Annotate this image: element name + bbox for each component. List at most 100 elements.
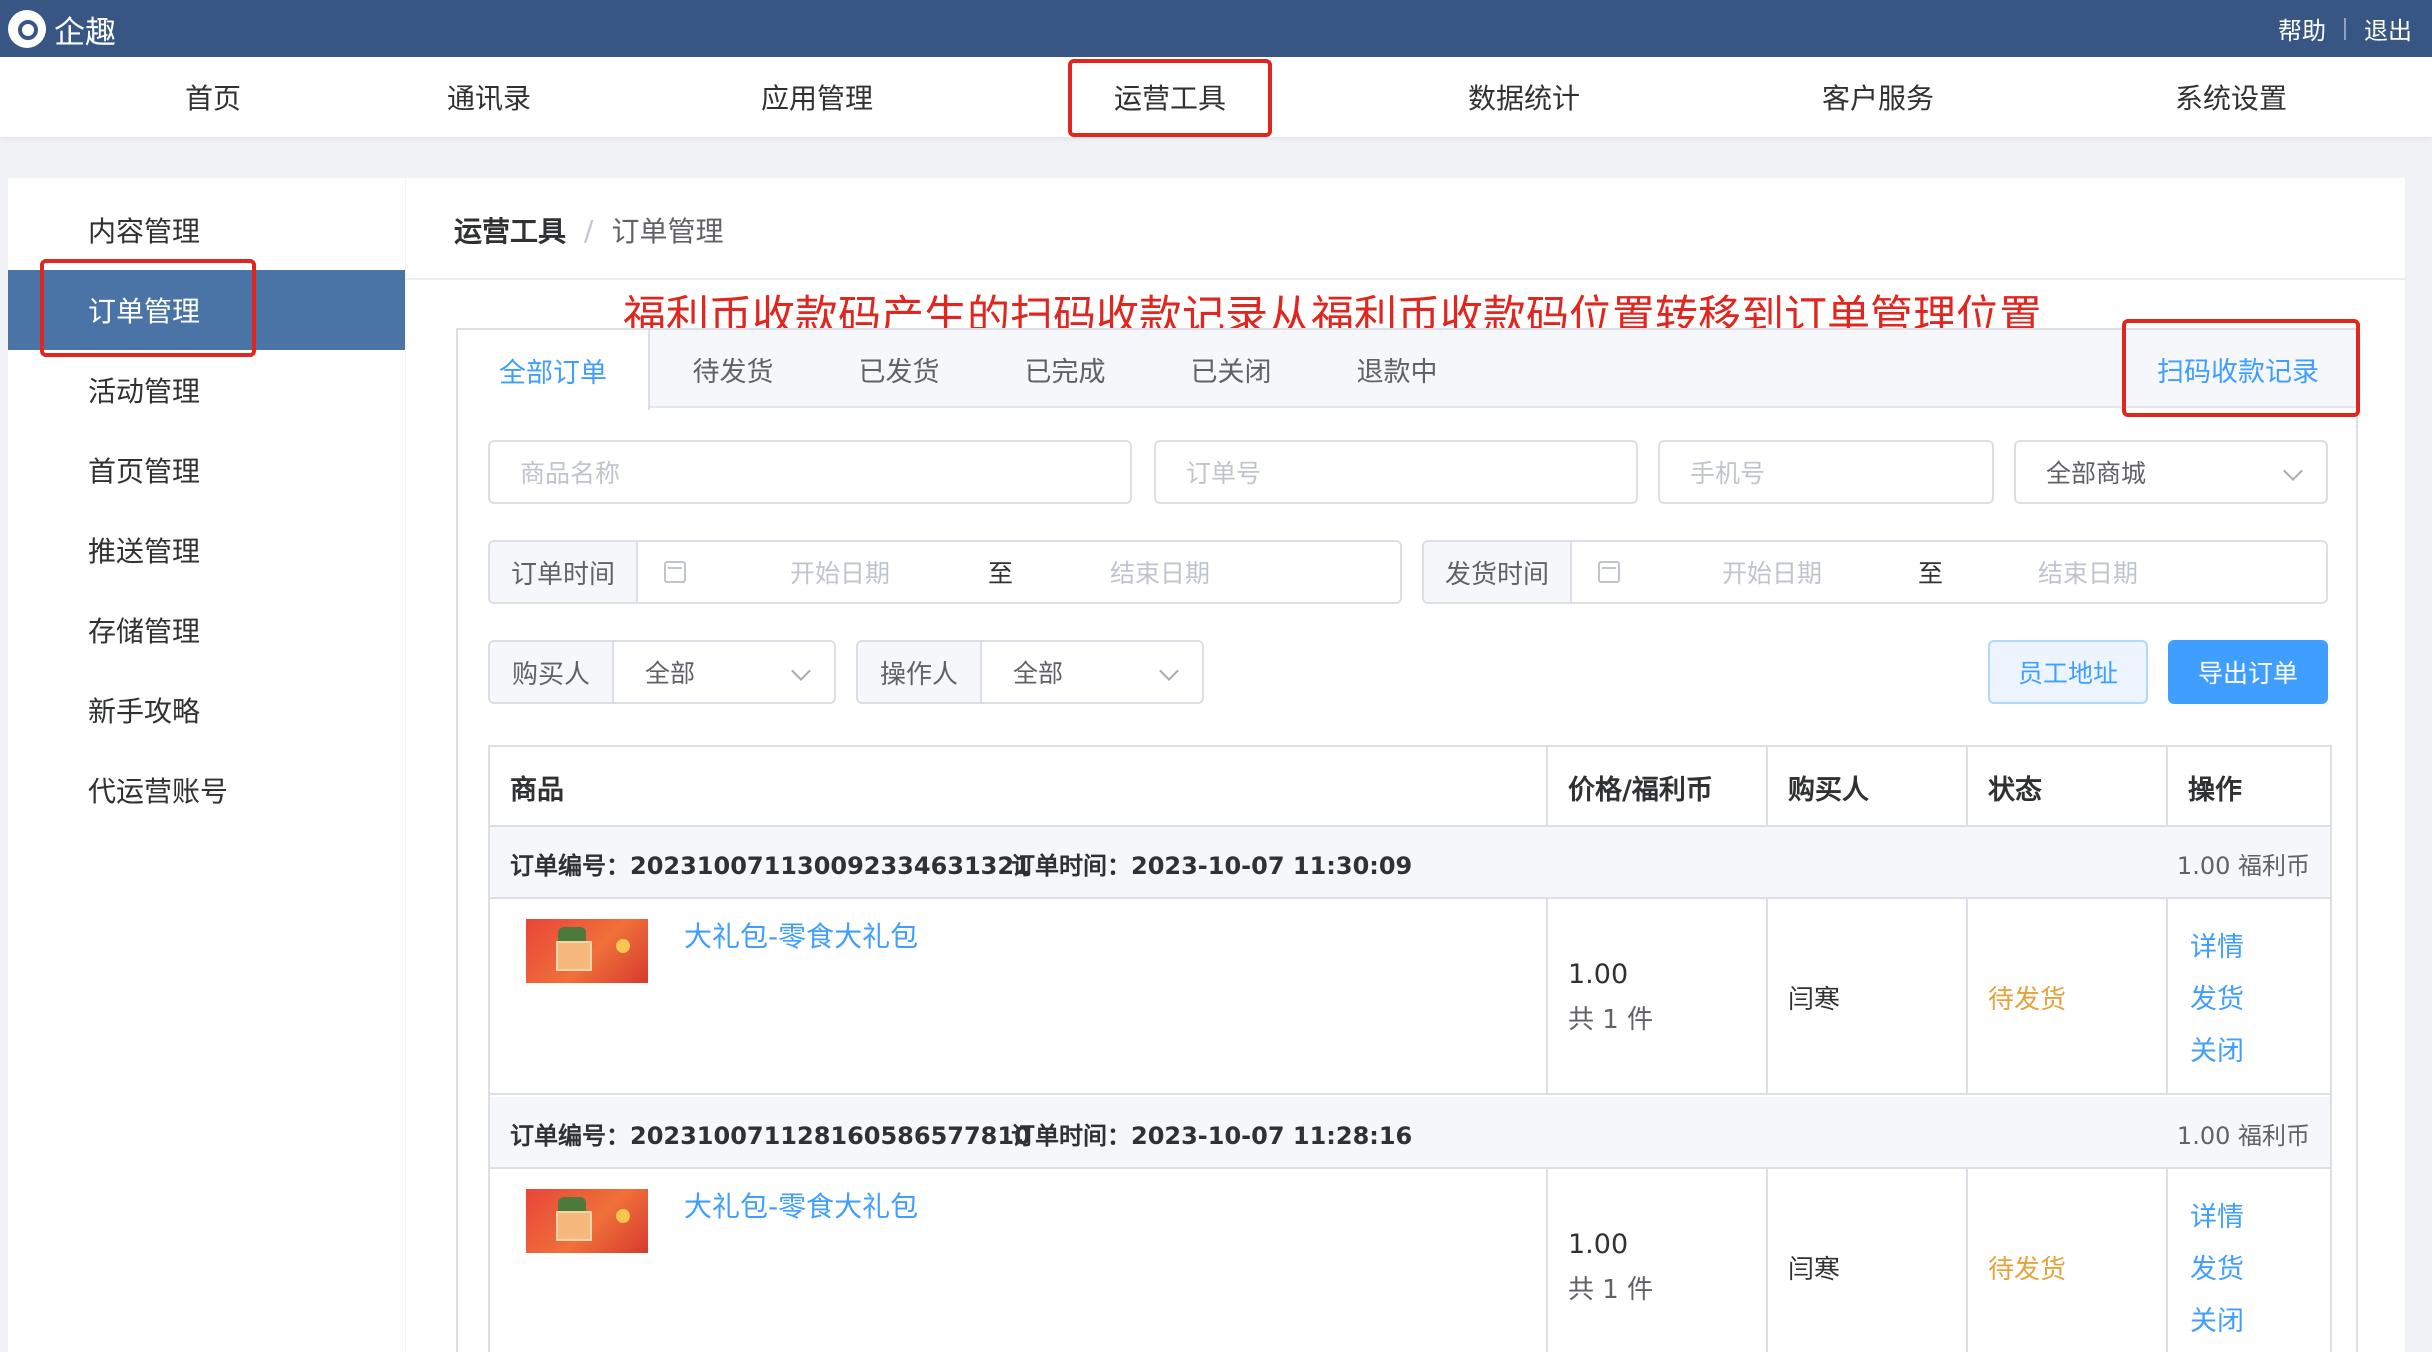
product-name-link[interactable]: 大礼包-零食大礼包: [684, 915, 918, 955]
product-name-input[interactable]: 商品名称: [488, 440, 1132, 504]
column-header-status: 状态: [1968, 747, 2168, 827]
order-total: 1.00 福利币: [2176, 851, 2310, 880]
order-number: 订单编号：202310071128160586577810: [510, 1121, 1031, 1150]
buyer-cell: 闫寒: [1768, 1169, 1968, 1352]
logout-link[interactable]: 退出: [2364, 11, 2412, 46]
order-time-end[interactable]: 结束日期: [1110, 542, 1210, 602]
nav-item-customer-service[interactable]: 客户服务: [1822, 57, 1934, 137]
sidebar-item-guide[interactable]: 新手攻略: [8, 670, 405, 750]
product-name-link[interactable]: 大礼包-零食大礼包: [684, 1185, 918, 1225]
product-thumbnail[interactable]: [526, 1189, 648, 1253]
product-cell: 大礼包-零食大礼包: [490, 1169, 1548, 1352]
ship-time-end[interactable]: 结束日期: [2038, 542, 2138, 602]
buyer-name: 闫寒: [1788, 1254, 1841, 1285]
status-badge: 待发货: [1988, 1254, 2067, 1285]
order-tabs: 全部订单 待发货 已发货 已完成 已关闭 退款中 扫码收款记录: [458, 330, 2356, 410]
operator-select[interactable]: 操作人 全部: [856, 640, 1204, 704]
tab-refunding[interactable]: 退款中: [1314, 330, 1480, 408]
operator-select-label: 操作人: [858, 642, 982, 702]
top-divider: [2344, 17, 2346, 40]
actions-cell: 详情 发货 关闭: [2168, 1169, 2330, 1352]
gift-box-icon: [556, 941, 592, 971]
price-value: 1.00: [1568, 1229, 1629, 1260]
close-order-link[interactable]: 关闭: [2190, 1299, 2244, 1338]
order-time-label: 订单时间: [490, 542, 638, 602]
header-divider: [406, 278, 2405, 280]
sidebar-item-agent-accounts[interactable]: 代运营账号: [8, 750, 405, 830]
staff-address-button[interactable]: 员工地址: [1988, 640, 2148, 704]
calendar-icon: [664, 561, 686, 583]
status-cell: 待发货: [1968, 899, 2168, 1095]
tab-completed[interactable]: 已完成: [982, 330, 1148, 408]
tab-closed[interactable]: 已关闭: [1148, 330, 1314, 408]
order-time-start[interactable]: 开始日期: [790, 542, 890, 602]
breadcrumb-current: 订单管理: [611, 215, 724, 248]
order-time-range[interactable]: 订单时间 开始日期 至 结束日期: [488, 540, 1402, 604]
ship-time-range[interactable]: 发货时间 开始日期 至 结束日期: [1422, 540, 2328, 604]
order-time-to: 至: [988, 559, 1014, 588]
ship-time-label: 发货时间: [1424, 542, 1572, 602]
quantity-value: 共 1 件: [1568, 1275, 1654, 1305]
product-cell: 大礼包-零食大礼包: [490, 899, 1548, 1095]
phone-input[interactable]: 手机号: [1658, 440, 1994, 504]
actions-cell: 详情 发货 关闭: [2168, 899, 2330, 1095]
order-time: 订单时间：2023-10-07 11:30:09: [1011, 851, 1413, 880]
top-bar: 企趣 帮助 退出: [0, 0, 2432, 57]
details-link[interactable]: 详情: [2190, 1195, 2244, 1234]
column-header-price: 价格/福利币: [1548, 747, 1768, 827]
sidebar-item-content[interactable]: 内容管理: [8, 190, 405, 270]
breadcrumb-parent[interactable]: 运营工具: [454, 210, 566, 250]
calendar-icon: [1598, 561, 1620, 583]
nav-item-home[interactable]: 首页: [185, 57, 241, 137]
coin-icon: [616, 939, 630, 953]
main-content: 运营工具 / 订单管理 福利币收款码产生的扫码收款记录从福利币收款码位置转移到订…: [406, 178, 2405, 1352]
table-row: 大礼包-零食大礼包 1.00 共 1 件 闫寒 待发货 详情 发货 关闭: [490, 899, 2330, 1095]
status-cell: 待发货: [1968, 1169, 2168, 1352]
chevron-down-icon: [2283, 461, 2303, 481]
price-cell: 1.00 共 1 件: [1548, 1169, 1768, 1352]
price-value: 1.00: [1568, 959, 1629, 990]
buyer-select[interactable]: 购买人 全部: [488, 640, 836, 704]
coin-icon: [616, 1209, 630, 1223]
tab-pending-shipment[interactable]: 待发货: [650, 330, 816, 408]
details-link[interactable]: 详情: [2190, 925, 2244, 964]
logo-text: 企趣: [54, 14, 116, 51]
ship-time-to: 至: [1918, 559, 1944, 588]
ship-time-start[interactable]: 开始日期: [1722, 542, 1822, 602]
sidebar-item-activities[interactable]: 活动管理: [8, 350, 405, 430]
nav-item-apps[interactable]: 应用管理: [761, 57, 873, 137]
buyer-name: 闫寒: [1788, 984, 1841, 1015]
order-number-input[interactable]: 订单号: [1154, 440, 1638, 504]
orders-panel: 全部订单 待发货 已发货 已完成 已关闭 退款中 扫码收款记录 商品名称 订单号…: [456, 328, 2358, 1352]
export-orders-button[interactable]: 导出订单: [2168, 640, 2328, 704]
column-header-actions: 操作: [2188, 774, 2242, 806]
ship-link[interactable]: 发货: [2190, 977, 2244, 1016]
price-cell: 1.00 共 1 件: [1548, 899, 1768, 1095]
status-badge: 待发货: [1988, 984, 2067, 1015]
sidebar-item-storage[interactable]: 存储管理: [8, 590, 405, 670]
table-header: 商品 价格/福利币 购买人 状态 操作: [490, 747, 2330, 827]
order-header: 订单编号：202310071128160586577810 订单时间：2023-…: [490, 1097, 2330, 1169]
chevron-down-icon: [791, 661, 811, 681]
mall-select[interactable]: 全部商城: [2014, 440, 2328, 504]
close-order-link[interactable]: 关闭: [2190, 1029, 2244, 1068]
tab-shipped[interactable]: 已发货: [816, 330, 982, 408]
sidebar-item-homepage[interactable]: 首页管理: [8, 430, 405, 510]
order-total: 1.00 福利币: [2176, 1121, 2310, 1150]
column-header-buyer: 购买人: [1768, 747, 1968, 827]
product-thumbnail[interactable]: [526, 919, 648, 983]
order-time: 订单时间：2023-10-07 11:28:16: [1011, 1121, 1413, 1150]
nav-item-statistics[interactable]: 数据统计: [1468, 57, 1580, 137]
orders-table: 商品 价格/福利币 购买人 状态 操作 订单编号：202310071130092…: [488, 745, 2332, 1352]
app-logo[interactable]: 企趣: [8, 8, 116, 51]
quantity-value: 共 1 件: [1568, 1005, 1654, 1035]
order-number: 订单编号：202310071130092334631321: [510, 851, 1031, 880]
nav-item-contacts[interactable]: 通讯录: [447, 57, 531, 137]
help-link[interactable]: 帮助: [2278, 11, 2326, 46]
ship-link[interactable]: 发货: [2190, 1247, 2244, 1286]
highlight-box-scan-records: [2122, 319, 2360, 417]
sidebar-item-push[interactable]: 推送管理: [8, 510, 405, 590]
breadcrumb-separator: /: [584, 213, 594, 247]
nav-item-settings[interactable]: 系统设置: [2175, 57, 2287, 137]
tab-all-orders[interactable]: 全部订单: [458, 330, 650, 410]
